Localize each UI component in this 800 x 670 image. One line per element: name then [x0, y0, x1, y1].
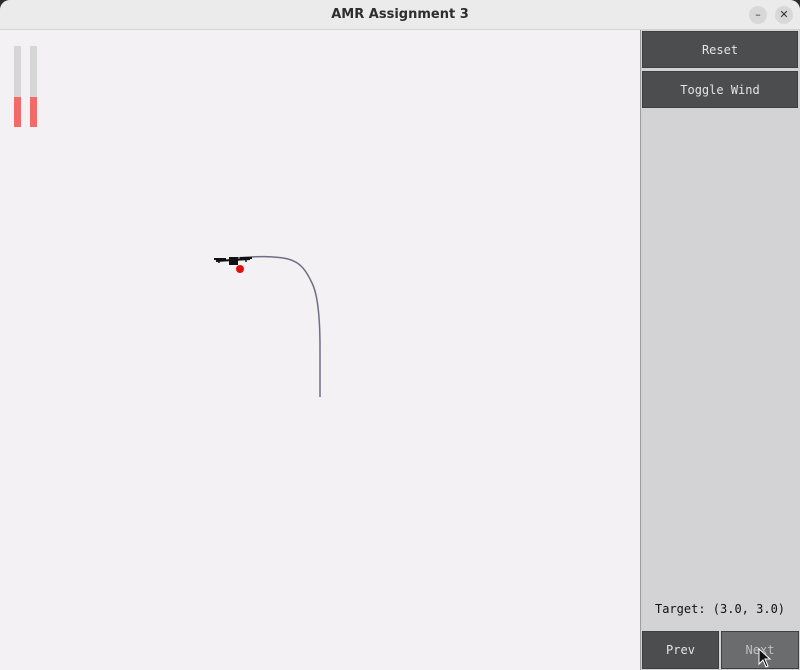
drone-icon [214, 257, 252, 265]
close-icon[interactable]: ✕ [775, 6, 793, 24]
target-readout: Target: (3.0, 3.0) [654, 602, 786, 616]
simulation-scene [214, 255, 321, 397]
mouse-cursor-icon [758, 648, 772, 668]
control-sidebar: Reset Toggle Wind Target: (3.0, 3.0) Pre… [640, 30, 800, 670]
minimize-icon[interactable]: – [749, 6, 767, 24]
target-marker-icon [236, 265, 244, 273]
trajectory-path [235, 255, 321, 397]
reset-button[interactable]: Reset [642, 31, 798, 68]
title-bar: AMR Assignment 3 – ✕ [0, 0, 800, 30]
app-window: AMR Assignment 3 – ✕ Reset Toggle Wind T… [0, 0, 800, 670]
window-title: AMR Assignment 3 [331, 7, 469, 22]
simulation-canvas [0, 30, 640, 670]
prev-button[interactable]: Prev [642, 631, 719, 669]
toggle-wind-button[interactable]: Toggle Wind [642, 71, 798, 108]
